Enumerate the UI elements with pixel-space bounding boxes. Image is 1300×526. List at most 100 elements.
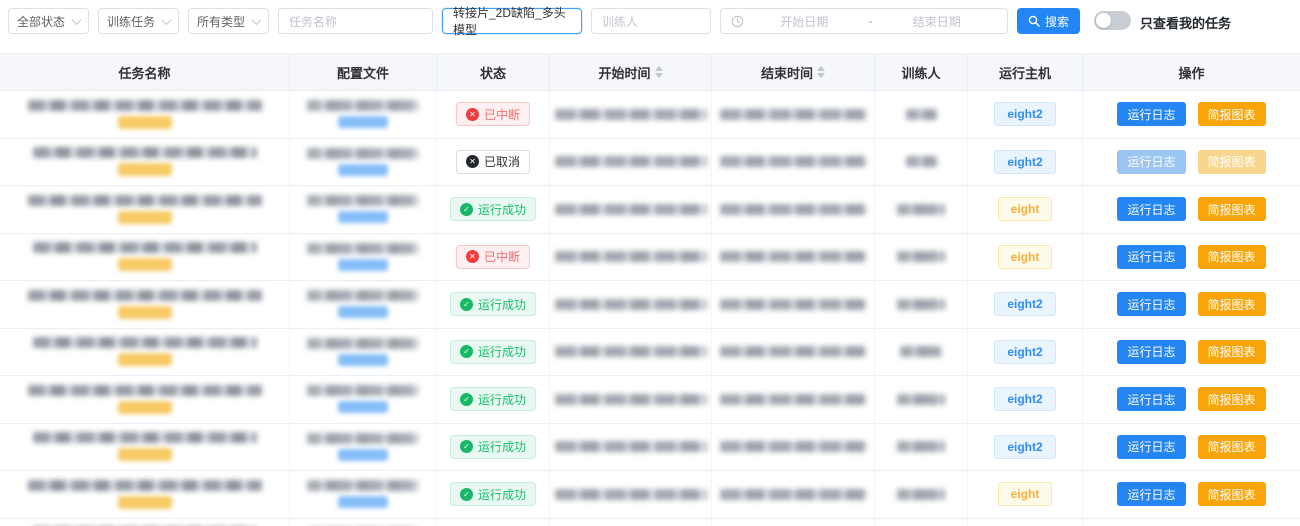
task-name-search-value: 转接片_2D缺陷_多头模型 xyxy=(453,4,571,38)
run-log-button[interactable]: 运行日志 xyxy=(1117,245,1185,269)
config-link-redacted[interactable] xyxy=(338,164,388,176)
trainer-input[interactable]: 训练人 xyxy=(591,8,711,34)
task-name-search-input[interactable]: 转接片_2D缺陷_多头模型 xyxy=(442,8,582,34)
report-chart-button[interactable]: 简报图表 xyxy=(1198,245,1266,269)
task-name-input[interactable]: 任务名称 xyxy=(278,8,433,34)
config-file-redacted xyxy=(307,290,419,301)
start-time-cell xyxy=(550,519,712,526)
actions-cell: 运行日志 简报图表 xyxy=(1083,424,1300,471)
trainer-cell xyxy=(875,424,968,471)
config-link-redacted[interactable] xyxy=(338,116,388,128)
end-time-cell xyxy=(712,471,875,518)
status-label: 已取消 xyxy=(484,153,520,170)
status-filter-select[interactable]: 全部状态 xyxy=(8,8,89,34)
status-icon: ✕ xyxy=(466,108,479,121)
config-link-redacted[interactable] xyxy=(338,306,388,318)
status-cell: ✓ 运行成功 xyxy=(437,424,550,471)
end-time-redacted xyxy=(720,394,867,405)
table-header: 任务名称 配置文件 状态 开始时间 结束时间 训练人 运行主机 操作 xyxy=(0,53,1300,91)
run-log-button[interactable]: 运行日志 xyxy=(1117,435,1185,459)
run-log-button[interactable]: 运行日志 xyxy=(1117,150,1185,174)
config-link-redacted[interactable] xyxy=(338,354,388,366)
status-cell xyxy=(437,519,550,526)
report-chart-button[interactable]: 简报图表 xyxy=(1198,102,1266,126)
config-file-redacted xyxy=(307,338,419,349)
actions-cell: 运行日志 简报图表 xyxy=(1083,329,1300,376)
status-label: 运行成功 xyxy=(478,391,526,408)
config-file-cell xyxy=(290,234,437,281)
config-link-redacted[interactable] xyxy=(338,449,388,461)
actions-cell: 运行日志 简报图表 xyxy=(1083,519,1300,526)
status-icon: ✓ xyxy=(460,298,473,311)
col-header-task-name: 任务名称 xyxy=(0,54,290,90)
task-type-filter-select[interactable]: 训练任务 xyxy=(98,8,179,34)
end-time-redacted xyxy=(720,489,867,500)
trainer-cell xyxy=(875,519,968,526)
status-cell: ✕ 已取消 xyxy=(437,139,550,186)
status-badge: ✓ 运行成功 xyxy=(450,482,536,506)
col-header-start-time[interactable]: 开始时间 xyxy=(550,54,712,90)
end-time-redacted xyxy=(720,441,867,452)
sort-carets-icon[interactable] xyxy=(817,66,825,78)
config-link-redacted[interactable] xyxy=(338,211,388,223)
host-tag: eight2 xyxy=(994,435,1055,459)
start-time-redacted xyxy=(555,109,707,120)
search-button[interactable]: 搜索 xyxy=(1017,8,1080,34)
run-log-button[interactable]: 运行日志 xyxy=(1117,102,1185,126)
report-chart-button[interactable]: 简报图表 xyxy=(1198,340,1266,364)
report-chart-button[interactable]: 简报图表 xyxy=(1198,482,1266,506)
config-file-redacted xyxy=(307,243,419,254)
start-time-redacted xyxy=(555,299,707,310)
table-row: ✕ 已中断 eight2 运行日志 简报图表 xyxy=(0,91,1300,139)
trainer-redacted xyxy=(906,109,937,120)
config-link-redacted[interactable] xyxy=(338,401,388,413)
task-name-redacted xyxy=(33,337,257,348)
end-time-cell xyxy=(712,376,875,423)
end-time-redacted xyxy=(720,204,867,215)
task-name-redacted xyxy=(28,290,262,301)
report-chart-button[interactable]: 简报图表 xyxy=(1198,197,1266,221)
end-time-cell xyxy=(712,281,875,328)
task-type-tag-redacted xyxy=(118,163,172,176)
date-range-picker[interactable]: 开始日期 - 结束日期 xyxy=(720,8,1008,34)
report-chart-button[interactable]: 简报图表 xyxy=(1198,387,1266,411)
run-log-button[interactable]: 运行日志 xyxy=(1117,292,1185,316)
run-log-button[interactable]: 运行日志 xyxy=(1117,197,1185,221)
report-chart-button[interactable]: 简报图表 xyxy=(1198,150,1266,174)
report-chart-button[interactable]: 简报图表 xyxy=(1198,292,1266,316)
run-log-button[interactable]: 运行日志 xyxy=(1117,340,1185,364)
status-icon: ✓ xyxy=(460,393,473,406)
report-chart-button[interactable]: 简报图表 xyxy=(1198,435,1266,459)
trainer-cell xyxy=(875,139,968,186)
col-header-config-file: 配置文件 xyxy=(290,54,437,90)
status-icon: ✓ xyxy=(460,440,473,453)
status-badge: ✕ 已中断 xyxy=(456,245,530,269)
category-filter-select[interactable]: 所有类型 xyxy=(188,8,269,34)
date-start-placeholder[interactable]: 开始日期 xyxy=(744,13,865,30)
date-end-placeholder[interactable]: 结束日期 xyxy=(877,13,998,30)
end-time-redacted xyxy=(720,299,867,310)
task-name-cell xyxy=(0,424,290,471)
config-link-redacted[interactable] xyxy=(338,259,388,271)
status-cell: ✕ 已中断 xyxy=(437,234,550,281)
config-file-redacted xyxy=(307,195,419,206)
status-label: 运行成功 xyxy=(478,201,526,218)
start-time-cell xyxy=(550,281,712,328)
status-badge: ✓ 运行成功 xyxy=(450,340,536,364)
host-cell: eight2 xyxy=(968,281,1083,328)
host-cell: eight2 xyxy=(968,424,1083,471)
host-tag: eight2 xyxy=(994,150,1055,174)
run-log-button[interactable]: 运行日志 xyxy=(1117,482,1185,506)
run-log-button[interactable]: 运行日志 xyxy=(1117,387,1185,411)
config-link-redacted[interactable] xyxy=(338,496,388,508)
task-name-cell xyxy=(0,281,290,328)
end-time-cell xyxy=(712,186,875,233)
col-header-end-time[interactable]: 结束时间 xyxy=(712,54,875,90)
config-file-cell xyxy=(290,186,437,233)
task-name-redacted xyxy=(28,195,262,206)
status-badge: ✓ 运行成功 xyxy=(450,435,536,459)
sort-carets-icon[interactable] xyxy=(655,66,663,78)
my-tasks-toggle[interactable] xyxy=(1094,11,1131,30)
host-tag: eight2 xyxy=(994,387,1055,411)
config-file-redacted xyxy=(307,480,419,491)
